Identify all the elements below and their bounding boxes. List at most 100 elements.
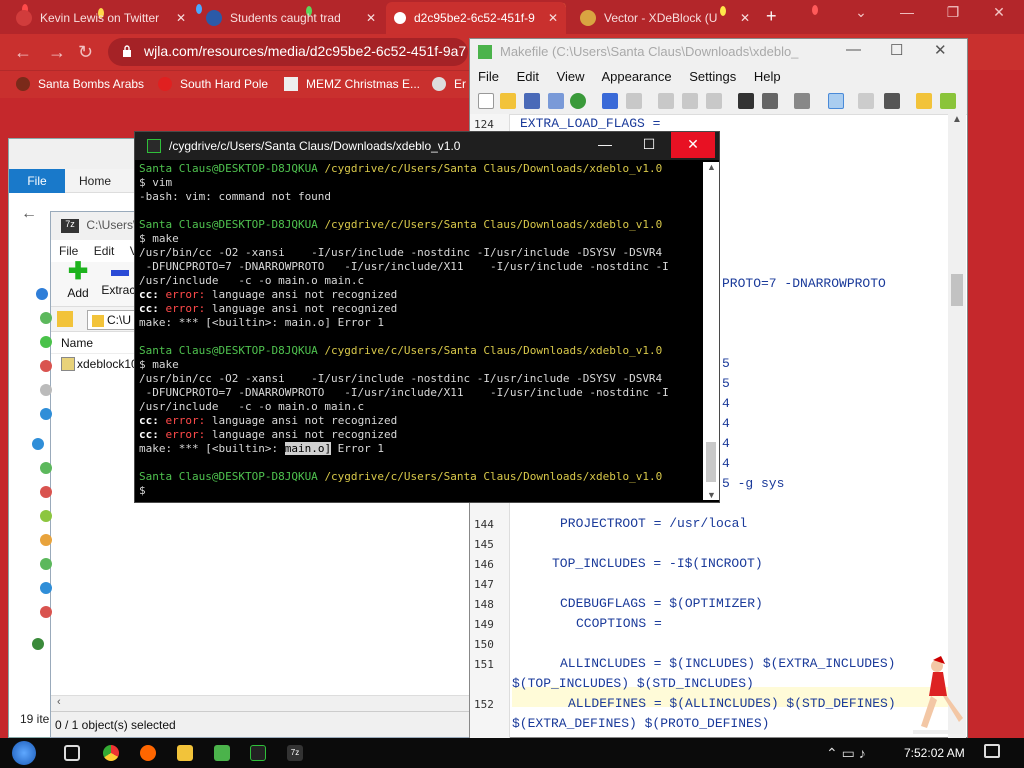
forward-arrow-icon[interactable]: → [48,42,66,63]
replace-icon[interactable] [762,93,778,109]
bookmark-item[interactable]: Er [432,77,466,91]
menu-appearance[interactable]: Appearance [601,69,671,84]
minimize-button[interactable]: — [846,41,861,58]
code-line: TOP_INCLUDES = -I$(INCROOT) [552,556,763,571]
find-icon[interactable] [738,93,754,109]
firefox-taskbar-icon[interactable] [140,745,156,761]
menu-view[interactable]: View [557,69,585,84]
christmas-light-icon [812,5,818,15]
close-tab-icon[interactable]: ✕ [740,11,750,25]
reload-icon[interactable] [570,93,586,109]
restore-button[interactable]: ❐ [930,4,976,21]
line-number: 146 [474,558,494,571]
system-tray[interactable]: ⌃ ▭ ♪ [826,745,866,762]
ornament-icon [40,582,52,594]
code-line: 4 [722,416,730,431]
menu-edit[interactable]: Edit [517,69,539,84]
save-icon[interactable] [524,93,540,109]
output-line: make: *** [<builtin>: main.o] Error 1 [139,316,385,329]
scroll-left-icon[interactable]: ‹ [57,696,61,708]
ornament-icon [40,534,52,546]
minimize-button[interactable]: — [884,4,930,20]
undo-icon[interactable] [602,93,618,109]
ornament-icon [40,408,52,420]
search-icon[interactable] [884,93,900,109]
folder-up-icon[interactable] [57,311,73,327]
tab-media[interactable]: d2c95be2-6c52-451f-9 ✕ [386,2,566,34]
browser-tab-strip: Kevin Lewis on Twitter ✕ Students caught… [0,0,1024,34]
editor-taskbar-icon[interactable] [214,745,230,761]
globe-icon [394,12,406,24]
scrollbar-thumb[interactable] [706,442,716,482]
command-prompt[interactable]: $ [139,484,703,498]
close-tab-icon[interactable]: ✕ [548,11,558,25]
tab-favicon-icon [206,10,222,26]
address-text: wjla.com/resources/media/d2c95be2-6c52-4… [144,43,467,59]
notification-icon[interactable] [984,744,1000,758]
terminal-output[interactable]: Santa Claus@DESKTOP-D8JQKUA /cygdrive/c/… [139,162,703,500]
editor-vertical-scrollbar[interactable]: ▲ [948,114,966,738]
scrollbar-thumb[interactable] [951,274,963,306]
close-button[interactable]: ✕ [976,4,1022,21]
paste-icon[interactable] [706,93,722,109]
menu-settings[interactable]: Settings [689,69,736,84]
menu-file[interactable]: File [59,244,78,258]
start-button[interactable] [12,741,36,765]
status-bar: 0 / 1 object(s) selected [51,711,469,737]
menu-edit[interactable]: Edit [94,244,115,258]
scroll-up-icon[interactable]: ▲ [707,162,716,172]
ornament-icon [40,510,52,522]
maximize-button[interactable]: ☐ [890,41,903,59]
terminal-scrollbar[interactable]: ▲ ▼ [703,162,719,500]
bookmark-item[interactable]: MEMZ Christmas E... [284,77,420,91]
chrome-taskbar-icon[interactable] [103,745,119,761]
minimize-button[interactable]: — [583,132,627,158]
bookmark-item[interactable]: South Hard Pole [158,77,268,91]
ornament-icon [40,384,52,396]
menu-file[interactable]: File [478,69,499,84]
scroll-down-icon[interactable]: ▼ [707,490,716,500]
clock[interactable]: 7:52:02 AM [904,746,965,760]
tab-students[interactable]: Students caught trad ✕ [198,2,384,34]
task-view-icon[interactable] [64,745,80,761]
address-bar[interactable]: wjla.com/resources/media/d2c95be2-6c52-4… [108,38,468,66]
word-wrap-icon[interactable] [828,93,844,109]
network-icon [32,638,44,650]
scroll-up-icon[interactable]: ▲ [952,114,962,125]
code-line: PROTO=7 -DNARROWPROTO [722,276,886,291]
editor-app-icon [478,45,492,59]
open-folder-icon[interactable] [500,93,516,109]
close-tab-icon[interactable]: ✕ [366,11,376,25]
new-tab-button[interactable]: + [766,6,777,27]
ornament-icon [40,360,52,372]
close-button[interactable]: ✕ [934,41,947,59]
prompt-line: Santa Claus@DESKTOP-D8JQKUA /cygdrive/c/… [139,162,663,175]
terminal-taskbar-icon[interactable] [250,745,266,761]
horizontal-scrollbar[interactable]: ‹ [51,695,469,711]
tab-home[interactable]: Home [79,174,111,188]
tab-xdeblock[interactable]: Vector - XDeBlock (U ✕ [572,2,758,34]
new-file-icon[interactable] [478,93,494,109]
redo-icon[interactable] [626,93,642,109]
file-explorer-taskbar-icon[interactable] [177,745,193,761]
output-line: /usr/bin/cc -O2 -xansi -I/usr/include -n… [139,372,663,385]
maximize-button[interactable]: ☐ [627,132,671,158]
bookmark-star-icon[interactable] [940,93,956,109]
close-tab-icon[interactable]: ✕ [176,11,186,25]
raccoon-icon [432,77,446,91]
7zip-taskbar-icon[interactable]: 7z [287,745,303,761]
chevron-down-icon[interactable]: ⌄ [838,4,884,21]
ornament-icon [40,558,52,570]
close-button[interactable]: ✕ [671,132,715,158]
star-icon[interactable] [916,93,932,109]
line-number: 147 [474,578,494,591]
menu-help[interactable]: Help [754,69,781,84]
save-all-icon[interactable] [548,93,564,109]
copy-icon[interactable] [682,93,698,109]
reload-icon[interactable]: ↻ [78,42,93,63]
whitespace-icon[interactable] [858,93,874,109]
cut-icon[interactable] [658,93,674,109]
output-line: -DFUNCPROTO=7 -DNARROWPROTO -I/usr/inclu… [139,260,669,273]
zoom-icon[interactable] [794,93,810,109]
dancer-sprite-icon [913,656,963,734]
